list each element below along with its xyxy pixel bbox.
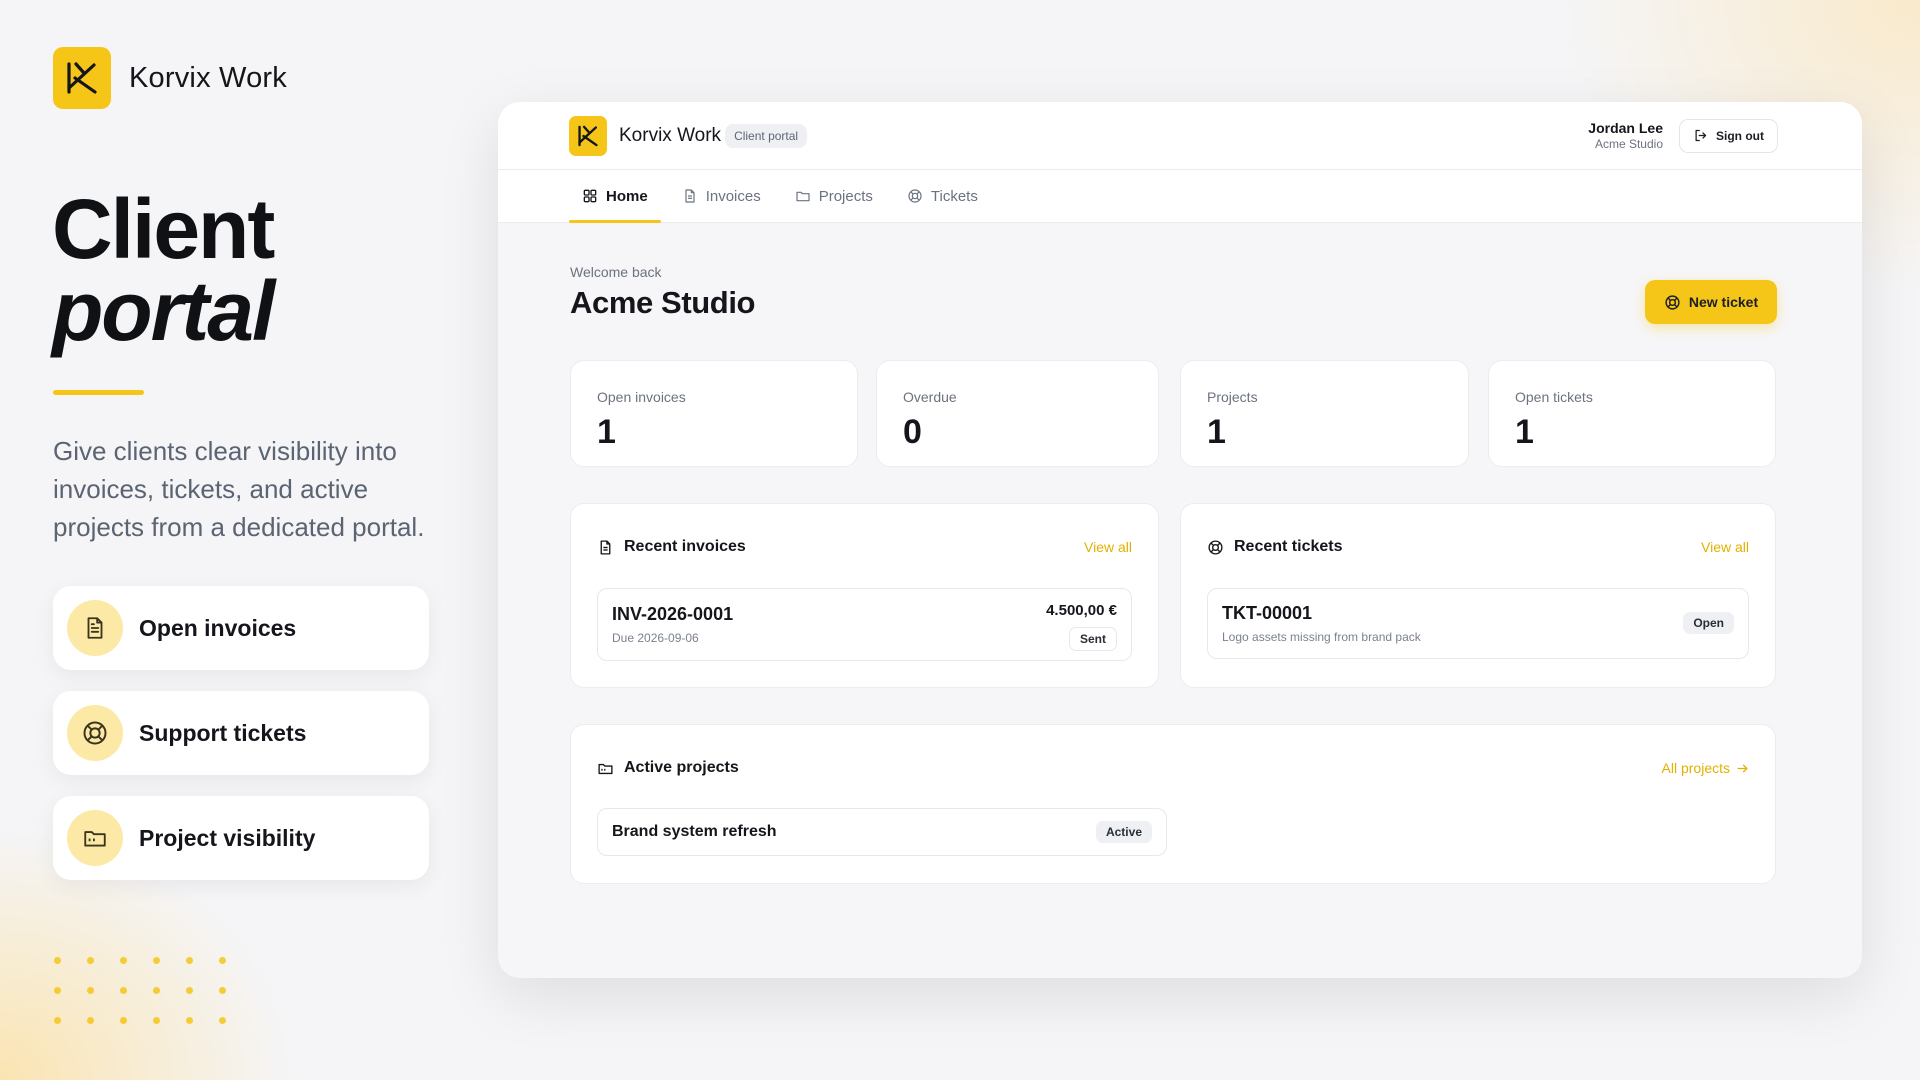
stat-value: 0 xyxy=(903,413,922,451)
user-org: Acme Studio xyxy=(1594,136,1663,151)
decorative-dot-grid xyxy=(54,957,226,1024)
stat-value: 1 xyxy=(1515,413,1534,451)
invoice-row[interactable]: INV-2026-0001 Due 2026-09-06 4.500,00 € … xyxy=(597,588,1132,661)
stat-card-open-tickets[interactable]: Open tickets 1 xyxy=(1488,360,1776,467)
sign-out-label: Sign out xyxy=(1716,128,1764,143)
user-info: Jordan Lee Acme Studio xyxy=(1588,120,1663,152)
stat-card-projects[interactable]: Projects 1 xyxy=(1180,360,1469,467)
status-badge: Open xyxy=(1683,612,1734,634)
active-projects-panel: Active projects All projects Brand syste… xyxy=(570,724,1776,884)
tab-label: Projects xyxy=(818,187,873,205)
ticket-subject: Logo assets missing from brand pack xyxy=(1222,630,1421,644)
invoice-due-date: Due 2026-09-06 xyxy=(612,631,699,645)
panel-title: Active projects xyxy=(624,759,739,776)
lifebuoy-icon xyxy=(1665,294,1680,310)
invoice-amount: 4.500,00 € xyxy=(1046,602,1117,619)
view-all-tickets-link[interactable]: View all xyxy=(1701,539,1749,555)
portal-app-window: Korvix Work Client portal Jordan Lee Acm… xyxy=(498,102,1862,978)
tab-label: Home xyxy=(606,187,648,205)
main-tabs: Home Invoices Projects Tickets xyxy=(498,170,1862,223)
recent-tickets-panel: Recent tickets View all TKT-00001 Logo a… xyxy=(1180,503,1776,688)
all-projects-label: All projects xyxy=(1661,760,1730,776)
welcome-text: Welcome back xyxy=(570,264,662,280)
tab-label: Tickets xyxy=(930,187,978,205)
sign-out-icon xyxy=(1695,129,1707,142)
lifebuoy-icon xyxy=(67,705,123,761)
brand-name: Korvix Work xyxy=(129,61,287,94)
tab-tickets[interactable]: Tickets xyxy=(894,170,991,222)
project-name: Brand system refresh xyxy=(612,823,777,840)
feature-card-open-invoices: Open invoices xyxy=(53,586,429,670)
project-row[interactable]: Brand system refresh Active xyxy=(597,808,1167,856)
invoice-id: INV-2026-0001 xyxy=(612,604,734,624)
feature-label: Support tickets xyxy=(139,719,307,746)
new-ticket-button[interactable]: New ticket xyxy=(1645,280,1777,324)
stat-label: Open invoices xyxy=(597,389,686,405)
app-brand[interactable]: Korvix Work xyxy=(569,115,722,156)
stat-label: Projects xyxy=(1207,389,1258,405)
korvix-logo-icon xyxy=(569,115,607,156)
recent-invoices-panel: Recent invoices View all INV-2026-0001 D… xyxy=(570,503,1159,688)
app-topbar: Korvix Work Client portal Jordan Lee Acm… xyxy=(498,102,1862,170)
stat-card-open-invoices[interactable]: Open invoices 1 xyxy=(570,360,858,467)
page-title: Acme Studio xyxy=(570,285,756,320)
hero-description: Give clients clear visibility into invoi… xyxy=(53,436,425,542)
stat-label: Open tickets xyxy=(1515,389,1593,405)
feature-label: Project visibility xyxy=(139,824,316,851)
document-icon xyxy=(67,600,123,656)
stat-label: Overdue xyxy=(903,389,957,405)
status-badge: Sent xyxy=(1068,627,1117,651)
ticket-id: TKT-00001 xyxy=(1222,603,1313,623)
document-icon xyxy=(600,539,611,555)
feature-card-support-tickets: Support tickets xyxy=(53,691,429,775)
ticket-row[interactable]: TKT-00001 Logo assets missing from brand… xyxy=(1207,588,1749,659)
arrow-right-icon xyxy=(1737,764,1748,772)
panel-title: Recent invoices xyxy=(624,538,746,555)
status-badge: Active xyxy=(1095,821,1152,843)
stat-value: 1 xyxy=(597,413,616,451)
stat-value: 1 xyxy=(1207,413,1226,451)
panel-header: Active projects All projects xyxy=(597,759,1749,777)
tab-invoices[interactable]: Invoices xyxy=(669,170,774,222)
client-portal-pill: Client portal xyxy=(725,123,808,148)
panel-header: Recent tickets View all xyxy=(1207,538,1749,556)
all-projects-link[interactable]: All projects xyxy=(1662,760,1749,776)
tab-home[interactable]: Home xyxy=(569,170,661,223)
hero-title-line2: portal xyxy=(52,264,275,358)
hero-brand: Korvix Work xyxy=(53,47,287,109)
sign-out-button[interactable]: Sign out xyxy=(1679,118,1778,153)
feature-label: Open invoices xyxy=(139,614,297,641)
folder-icon xyxy=(796,191,810,202)
hero-title: Client portal xyxy=(52,182,275,358)
panel-title: Recent tickets xyxy=(1234,538,1343,555)
panel-header: Recent invoices View all xyxy=(597,538,1132,556)
new-ticket-label: New ticket xyxy=(1688,294,1759,310)
lifebuoy-icon xyxy=(908,189,922,203)
tab-projects[interactable]: Projects xyxy=(782,170,886,222)
folder-icon xyxy=(67,810,123,866)
grid-icon xyxy=(583,189,597,203)
feature-card-project-visibility: Project visibility xyxy=(53,796,429,880)
view-all-invoices-link[interactable]: View all xyxy=(1084,539,1132,555)
folder-icon xyxy=(598,763,613,774)
user-name: Jordan Lee xyxy=(1588,119,1663,136)
korvix-logo-icon xyxy=(53,47,111,109)
hero-title-line1: Client xyxy=(52,182,275,276)
hero-accent-rule xyxy=(53,390,144,395)
stat-card-overdue[interactable]: Overdue 0 xyxy=(876,360,1159,467)
app-brand-name: Korvix Work xyxy=(619,124,722,146)
document-icon xyxy=(685,189,695,203)
tab-label: Invoices xyxy=(705,187,761,205)
lifebuoy-icon xyxy=(1208,539,1223,555)
